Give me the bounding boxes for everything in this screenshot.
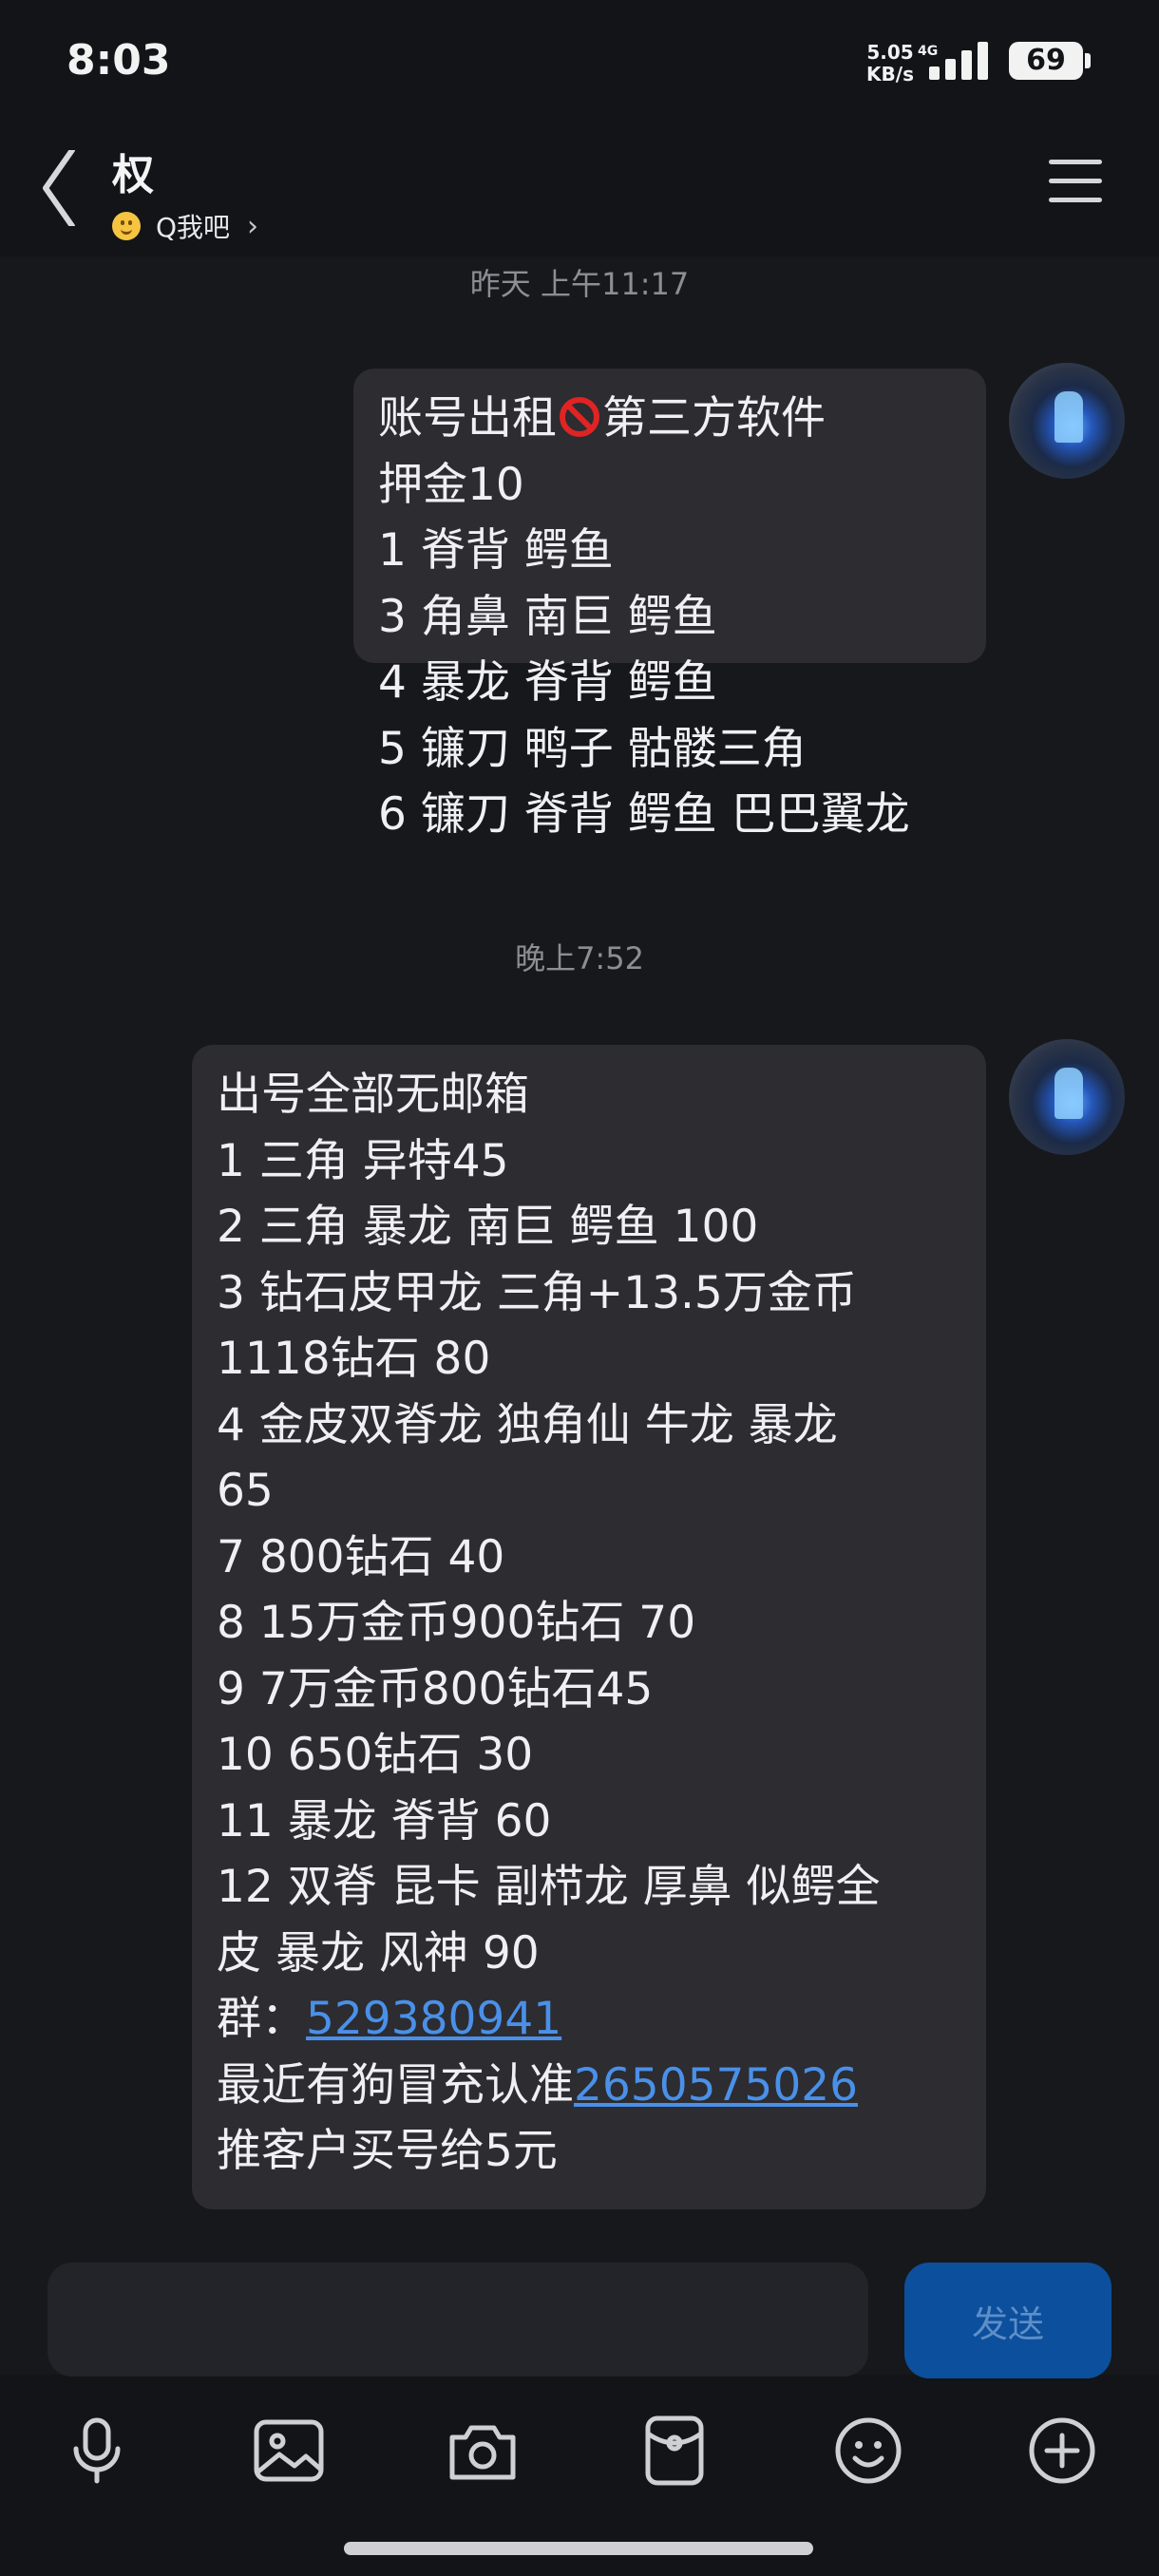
net-speed-unit: KB/s <box>866 63 914 85</box>
message-input[interactable] <box>48 2263 868 2377</box>
group-label: 群： <box>217 1993 306 2045</box>
emoji-icon <box>835 2417 902 2484</box>
avatar[interactable] <box>1009 363 1125 479</box>
message-timestamp: 昨天 上午11:17 <box>469 266 690 302</box>
plus-icon <box>1029 2417 1095 2484</box>
battery-icon: 69 <box>1009 42 1083 80</box>
image-button[interactable] <box>251 2413 327 2489</box>
contact-status[interactable]: Q我吧 › <box>112 207 258 245</box>
signal-icon <box>929 42 988 80</box>
net-speed: 5.05 KB/s <box>857 42 923 85</box>
red-packet-button[interactable] <box>636 2413 712 2489</box>
status-bar: 8:03 5.05 KB/s 4G 69 <box>0 0 1159 133</box>
menu-icon-line <box>1049 179 1102 183</box>
camera-button[interactable] <box>445 2413 521 2489</box>
emoji-button[interactable] <box>830 2413 906 2489</box>
send-button[interactable]: 发送 <box>904 2263 1112 2378</box>
smiley-status-icon <box>112 212 141 240</box>
image-icon <box>254 2419 324 2482</box>
message-bubble[interactable]: 出号全部无邮箱 1 三角 异特45 2 三角 暴龙 南巨 鳄鱼 100 3 钻石… <box>192 1045 986 2209</box>
chevron-left-icon <box>43 147 75 229</box>
no-entry-icon <box>560 397 599 437</box>
microphone-button[interactable] <box>59 2413 135 2489</box>
microphone-icon <box>73 2417 121 2484</box>
message-text: 第三方软件 押金10 1 脊背 鳄鱼 3 角鼻 南巨 鳄鱼 4 暴龙 脊背 鳄鱼… <box>378 392 910 841</box>
home-indicator[interactable] <box>344 2542 813 2555</box>
message-text: 出号全部无邮箱 1 三角 异特45 2 三角 暴龙 南巨 鳄鱼 100 3 钻石… <box>217 1069 881 1979</box>
menu-button[interactable] <box>1049 160 1106 213</box>
group-number-link[interactable]: 529380941 <box>306 1993 561 2045</box>
message-bubble[interactable]: 账号出租 第三方软件 押金10 1 脊背 鳄鱼 3 角鼻 南巨 鳄鱼 4 暴龙 脊… <box>353 369 986 841</box>
back-button[interactable] <box>34 147 91 229</box>
status-time: 8:03 <box>66 36 171 85</box>
message-footer: 推客户买号给5元 <box>217 2125 558 2177</box>
red-packet-icon <box>645 2415 704 2486</box>
message-timestamp: 晚上7:52 <box>515 940 644 976</box>
menu-icon-line <box>1049 198 1102 202</box>
avatar[interactable] <box>1009 1039 1125 1155</box>
net-speed-value: 5.05 <box>866 41 914 64</box>
message-text: 账号出租 <box>378 392 557 445</box>
warning-text: 最近有狗冒充认准 <box>217 2058 574 2112</box>
chat-area[interactable]: 昨天 上午11:17 账号出租 第三方软件 押金10 1 脊背 鳄鱼 3 角鼻 南… <box>0 256 1159 2242</box>
toolbar <box>0 2384 1159 2527</box>
camera-icon <box>449 2425 516 2480</box>
contact-number-link[interactable]: 2650575026 <box>574 2059 858 2112</box>
contact-name[interactable]: 权 <box>112 141 154 201</box>
menu-icon-line <box>1049 160 1102 164</box>
more-button[interactable] <box>1024 2413 1100 2489</box>
status-text: Q我吧 <box>156 212 231 243</box>
input-row: 发送 <box>0 2242 1159 2378</box>
chevron-right-icon: › <box>247 209 259 243</box>
battery-tip <box>1085 53 1091 68</box>
chat-header: 权 Q我吧 › <box>0 133 1159 256</box>
